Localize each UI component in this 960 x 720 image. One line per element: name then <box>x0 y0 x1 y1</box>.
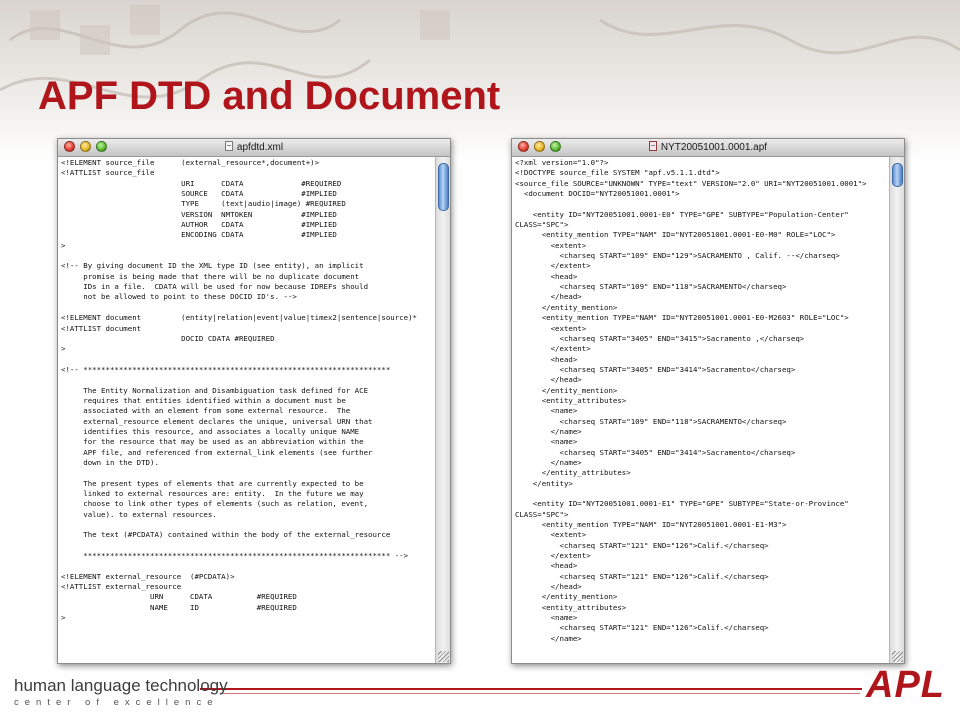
scrollbar-thumb[interactable] <box>892 163 903 187</box>
window-title: NYT20051001.0001.apf <box>660 142 768 153</box>
footer-rule-thin <box>220 693 860 694</box>
footer-rule <box>200 688 862 690</box>
vertical-scrollbar[interactable] <box>889 157 904 663</box>
apf-text: <?xml version="1.0"?> <!DOCTYPE source_f… <box>515 158 867 643</box>
apf-window[interactable]: NYT20051001.0001.apf <?xml version="1.0"… <box>511 138 905 664</box>
xml-file-icon <box>224 141 233 151</box>
org-tagline: center of excellence <box>14 697 219 708</box>
window-titlebar[interactable]: NYT20051001.0001.apf <box>512 139 904 157</box>
text-area[interactable]: <?xml version="1.0"?> <!DOCTYPE source_f… <box>512 157 889 663</box>
text-area[interactable]: <!ELEMENT source_file (external_resource… <box>58 157 435 663</box>
org-name: human language technology <box>14 676 228 695</box>
dtd-window[interactable]: apfdtd.xml <!ELEMENT source_file (extern… <box>57 138 451 664</box>
resize-grip[interactable] <box>892 651 903 662</box>
vertical-scrollbar[interactable] <box>435 157 450 663</box>
dtd-text: <!ELEMENT source_file (external_resource… <box>61 158 417 623</box>
resize-grip[interactable] <box>438 651 449 662</box>
window-title: apfdtd.xml <box>236 142 284 153</box>
window-titlebar[interactable]: apfdtd.xml <box>58 139 450 157</box>
apf-file-icon <box>648 141 657 151</box>
slide-title: APF DTD and Document <box>38 74 501 118</box>
scrollbar-thumb[interactable] <box>438 163 449 211</box>
apl-logo: APL <box>866 664 945 706</box>
